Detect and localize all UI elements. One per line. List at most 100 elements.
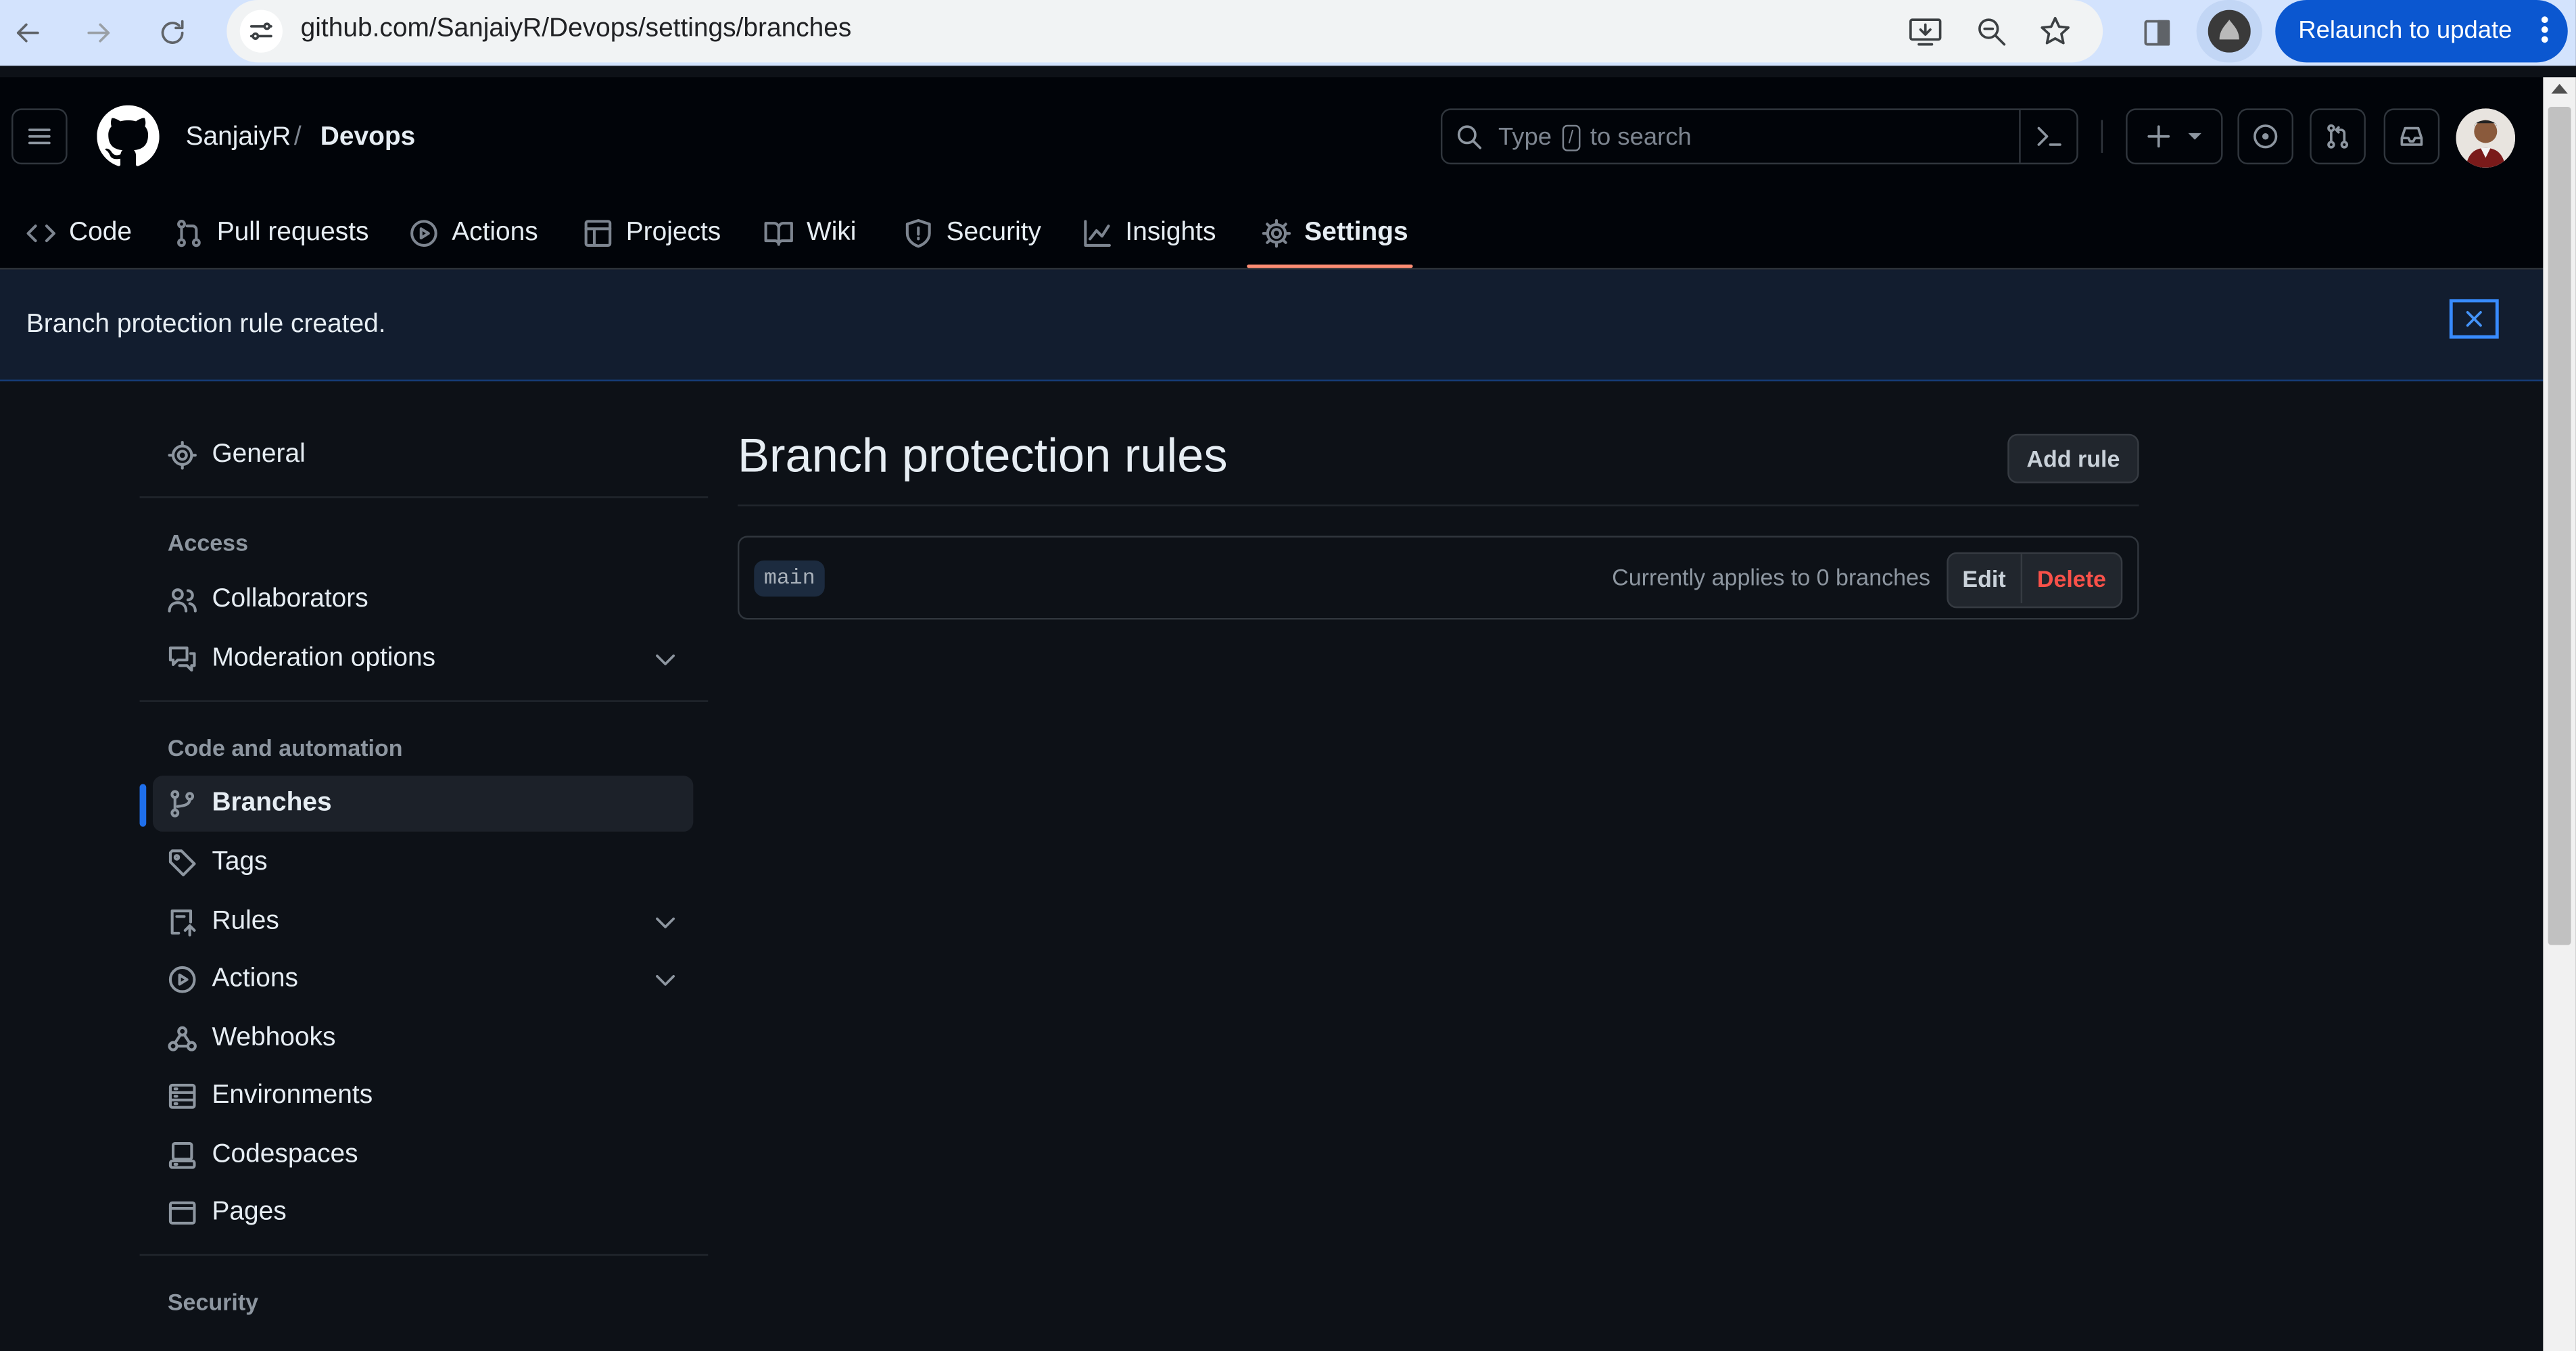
sidebar-item-actions[interactable]: Actions xyxy=(153,951,693,1008)
relaunch-label: Relaunch to update xyxy=(2298,16,2512,45)
git-pull-request-icon xyxy=(2327,124,2349,149)
sidebar-heading-code-and-automation: Code and automation xyxy=(167,734,403,761)
relaunch-button[interactable]: Relaunch to update xyxy=(2275,0,2568,63)
bookmark-button[interactable] xyxy=(2036,11,2075,51)
more-vert-icon xyxy=(2541,16,2548,46)
create-new-button[interactable] xyxy=(2126,108,2223,165)
reload-button[interactable] xyxy=(149,10,195,56)
zoom-button[interactable] xyxy=(1972,11,2011,51)
github-logo-icon[interactable] xyxy=(97,105,160,168)
branch-rule-row: main Currently applies to 0 branches Edi… xyxy=(737,536,2139,620)
gear-icon xyxy=(168,440,197,470)
site-info-button[interactable] xyxy=(239,9,283,53)
comment-discussion-icon xyxy=(168,644,197,674)
sidebar-item-label: Tags xyxy=(212,848,268,876)
forward-button[interactable] xyxy=(76,10,122,56)
sidebar-item-general[interactable]: General xyxy=(153,427,693,483)
sidebar-item-tags[interactable]: Tags xyxy=(153,835,693,891)
issue-opened-icon xyxy=(2253,124,2278,149)
sidebar-item-label: Moderation options xyxy=(212,644,436,673)
sidebar-item-environments[interactable]: Environments xyxy=(153,1068,693,1124)
page-scrollbar[interactable] xyxy=(2543,77,2576,1351)
sidebar-divider xyxy=(139,700,709,702)
add-rule-button[interactable]: Add rule xyxy=(2007,433,2139,483)
screen: github.com/SanjaiyR/Devops/settings/bran… xyxy=(0,0,2576,1351)
repo-push-icon xyxy=(168,907,197,937)
tab-wiki[interactable]: Wiki xyxy=(764,199,857,268)
tab-wiki-label: Wiki xyxy=(807,218,857,247)
side-panel-button[interactable] xyxy=(2134,10,2180,56)
tab-pull-requests-label: Pull requests xyxy=(216,218,369,247)
tab-settings[interactable]: Settings xyxy=(1262,199,1408,268)
zoom-icon xyxy=(1978,18,2006,46)
sidebar-item-moderation-options[interactable]: Moderation options xyxy=(153,631,693,687)
repo-name-link[interactable]: Devops xyxy=(320,123,415,153)
active-tab-underline xyxy=(1247,264,1413,268)
branch-name-tag[interactable]: main xyxy=(754,560,826,597)
sidebar-item-pages[interactable]: Pages xyxy=(153,1185,693,1241)
install-app-button[interactable] xyxy=(1906,11,1945,51)
delete-rule-button[interactable]: Delete xyxy=(2022,554,2121,603)
sidebar-item-label: Pages xyxy=(212,1198,287,1227)
sidebar-item-label: Codespaces xyxy=(212,1140,358,1169)
inbox-button[interactable] xyxy=(2383,108,2440,165)
tab-security[interactable]: Security xyxy=(903,199,1041,268)
address-bar[interactable]: github.com/SanjaiyR/Devops/settings/bran… xyxy=(226,0,2103,63)
chevron-down-icon xyxy=(656,655,675,665)
repo-owner-link[interactable]: SanjaiyR xyxy=(186,123,291,153)
flash-banner: Branch protection rule created. xyxy=(0,269,2544,381)
gear-icon xyxy=(1262,218,1291,248)
sidebar-item-label: Branches xyxy=(212,788,332,817)
sidebar-item-rules[interactable]: Rules xyxy=(153,894,693,950)
caret-down-icon xyxy=(2187,133,2201,140)
profile-button[interactable] xyxy=(2196,0,2262,63)
search-placeholder: Type / to search xyxy=(1498,123,1692,151)
tag-icon xyxy=(168,848,197,878)
tab-code-label: Code xyxy=(69,218,132,247)
title-divider xyxy=(737,504,2139,506)
flash-close-button[interactable] xyxy=(2449,299,2499,339)
tab-pull-requests[interactable]: Pull requests xyxy=(174,199,369,268)
sidebar-divider xyxy=(139,496,709,498)
user-avatar[interactable] xyxy=(2456,108,2516,168)
pull-requests-button[interactable] xyxy=(2310,108,2366,165)
reload-icon xyxy=(161,20,184,44)
close-icon xyxy=(2466,311,2482,327)
star-icon xyxy=(2041,16,2070,45)
rule-applies-text: Currently applies to 0 branches xyxy=(1612,563,1931,590)
chevron-down-icon xyxy=(656,975,675,986)
sidebar-item-branches[interactable]: Branches xyxy=(152,776,694,832)
search-shortcut-key: / xyxy=(1562,124,1580,151)
url-text[interactable]: github.com/SanjaiyR/Devops/settings/bran… xyxy=(301,15,852,45)
search-icon xyxy=(1457,125,1482,149)
graph-icon xyxy=(1084,220,1111,247)
tab-projects[interactable]: Projects xyxy=(583,199,721,268)
scrollbar-thumb[interactable] xyxy=(2548,106,2571,945)
search-input[interactable]: Type / to search xyxy=(1440,108,2078,165)
command-palette-button[interactable] xyxy=(2019,110,2076,163)
edit-rule-button[interactable]: Edit xyxy=(1948,554,2023,604)
menu-button[interactable] xyxy=(11,108,68,165)
play-icon xyxy=(168,965,197,995)
webhook-icon xyxy=(168,1024,197,1053)
tab-insights[interactable]: Insights xyxy=(1082,199,1216,268)
chevron-down-icon xyxy=(656,917,675,928)
tab-code[interactable]: Code xyxy=(26,199,132,268)
browser-icon xyxy=(168,1198,197,1228)
issues-button[interactable] xyxy=(2237,108,2294,165)
code-icon xyxy=(26,224,55,243)
sidebar-item-collaborators[interactable]: Collaborators xyxy=(153,572,693,628)
people-icon xyxy=(168,585,197,615)
back-button[interactable] xyxy=(5,10,51,56)
sidebar-item-webhooks[interactable]: Webhooks xyxy=(153,1011,693,1067)
sidebar-active-indicator xyxy=(139,784,147,827)
tune-icon xyxy=(249,22,272,40)
sidebar-heading-security: Security xyxy=(167,1288,259,1315)
book-icon xyxy=(764,222,793,246)
tab-actions[interactable]: Actions xyxy=(409,199,538,268)
browser-toolbar: github.com/SanjaiyR/Devops/settings/bran… xyxy=(0,0,2576,66)
terminal-icon xyxy=(2037,126,2061,146)
scroll-up-arrow-icon[interactable] xyxy=(2551,83,2568,94)
inbox-icon xyxy=(2400,126,2423,146)
sidebar-item-codespaces[interactable]: Codespaces xyxy=(153,1127,693,1183)
